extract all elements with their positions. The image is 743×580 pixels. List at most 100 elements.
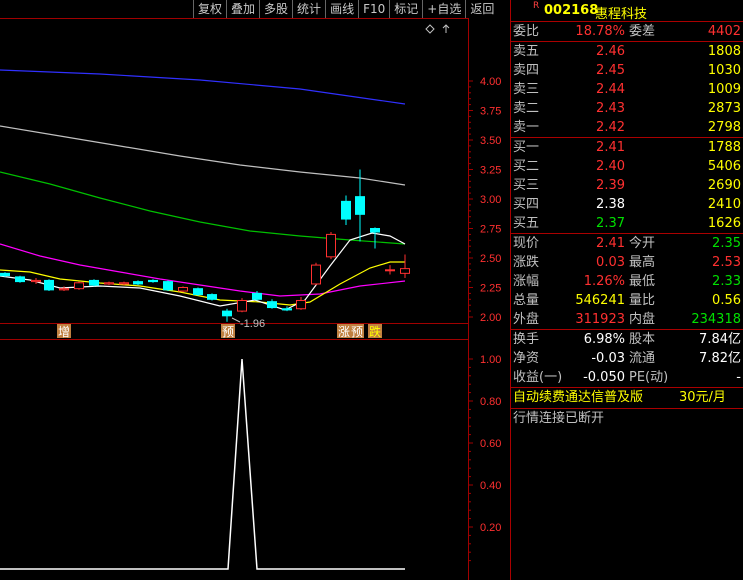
candle-1 [15, 275, 25, 283]
toolbar-btn-3[interactable]: 统计 [292, 0, 325, 18]
stat-row-4-v1: 311923 [575, 312, 625, 327]
vol-indicator-line [0, 358, 405, 570]
toolbar-btn-5[interactable]: F10 [358, 0, 389, 18]
marker-1: 预 [222, 325, 234, 339]
stat-row-4-v2: 234318 [691, 312, 741, 327]
candle-18 [267, 299, 277, 309]
fin-row-0[interactable]: 换手 6.98% 股本 7.84亿 [511, 330, 743, 349]
stock-code[interactable]: 002168 [544, 3, 598, 18]
stat-row-0-label: 现价 [513, 236, 540, 251]
bid-row-4-label: 买五 [513, 216, 540, 231]
stat-row-1-label2: 最高 [629, 255, 656, 270]
stat-row-1[interactable]: 涨跌 0.03 最高 2.53 [511, 253, 743, 272]
ma-line-white [0, 232, 406, 311]
toolbar-btn-1[interactable]: 叠加 [226, 0, 259, 18]
ad-price: 30元/月 [679, 390, 726, 405]
vol-tick-label-1: 0.80 [480, 396, 501, 408]
toolbar-btn-7[interactable]: +自选 [422, 0, 465, 18]
bid-row-2[interactable]: 买三 2.39 2690 [511, 176, 743, 195]
candle-9 [133, 280, 143, 286]
stat-row-3-label: 总量 [513, 293, 540, 308]
kline-chart[interactable]: -1.96 4.00 3.75 3.50 3.25 3.00 2.75 2.50 2.25 2.… [0, 0, 510, 580]
bid-row-2-v1: 2.39 [596, 178, 625, 193]
fin-row-2-label: 收益(一) [513, 370, 563, 385]
weibi-label: 委比 [513, 24, 540, 39]
bid-row-4-v1: 2.37 [596, 216, 625, 231]
stock-title: R 002168 惠程科技 [511, 0, 743, 22]
candle-20 [296, 296, 306, 310]
low-pointer [231, 317, 241, 323]
ma-line-yellow [0, 261, 405, 306]
stat-row-4[interactable]: 外盘 311923 内盘 234318 [511, 310, 743, 329]
weibi-row: 委比 18.78% 委差 4402 [511, 22, 743, 41]
ask-row-1[interactable]: 卖四 2.45 1030 [511, 61, 743, 80]
fin-row-2[interactable]: 收益(一) -0.050 PE(动) - [511, 368, 743, 387]
ask-row-3[interactable]: 卖二 2.43 2873 [511, 99, 743, 118]
candle-7 [104, 281, 114, 286]
stat-row-3-v2: 0.56 [712, 293, 741, 308]
stat-row-4-label: 外盘 [513, 312, 540, 327]
ask-row-4-v1: 2.42 [596, 120, 625, 135]
bid-row-2-label: 买三 [513, 178, 540, 193]
fin-row-0-v2: 7.84亿 [699, 332, 741, 347]
fin-row-1-label2: 流通 [629, 351, 656, 366]
ad-banner[interactable]: 自动续费通达信普及版 30元/月 [511, 388, 743, 409]
candle-13 [193, 287, 203, 296]
price-tick-label-6: 2.50 [480, 253, 501, 265]
chart-toolbar: 复权 叠加 多股 统计 画线 F10 标记 +自选 返回 [193, 0, 498, 18]
fin-row-2-v2: - [736, 370, 741, 385]
stat-row-1-label: 涨跌 [513, 255, 540, 270]
bid-row-0-v1: 2.41 [596, 140, 625, 155]
stat-row-2[interactable]: 涨幅 1.26% 最低 2.33 [511, 272, 743, 291]
toolbar-btn-4[interactable]: 画线 [325, 0, 358, 18]
toolbar-btn-2[interactable]: 多股 [259, 0, 292, 18]
ask-row-0-v2: 1808 [707, 44, 741, 59]
connection-status: 行情连接已断开 [513, 411, 605, 426]
ask-row-0[interactable]: 卖五 2.46 1808 [511, 42, 743, 61]
bid-row-4[interactable]: 买五 2.37 1626 [511, 214, 743, 233]
vol-tick-label-3: 0.40 [480, 480, 501, 492]
candle-3 [44, 279, 54, 292]
vol-tick-label-4: 0.20 [480, 522, 501, 534]
quote-stats: 现价 2.41 今开 2.35 涨跌 0.03 最高 2.53 涨幅 1.26% 最低 2.33 总量 5… [511, 234, 743, 329]
bid-row-3-v2: 2410 [707, 197, 741, 212]
ask-row-0-v1: 2.46 [596, 44, 625, 59]
ask-row-2[interactable]: 卖三 2.44 1009 [511, 80, 743, 99]
candle-23 [341, 195, 351, 225]
stat-row-1-v2: 2.53 [712, 255, 741, 270]
weibi-value: 18.78% [575, 24, 625, 39]
price-tick-label-0: 4.00 [480, 76, 501, 88]
ask-row-4-label: 卖一 [513, 120, 540, 135]
bid-row-3[interactable]: 买四 2.38 2410 [511, 195, 743, 214]
ask-row-0-label: 卖五 [513, 44, 540, 59]
ask-row-3-label: 卖二 [513, 101, 540, 116]
candle-16 [237, 298, 247, 313]
weicha-value: 4402 [707, 24, 741, 39]
ask-book: 卖五 2.46 1808 卖四 2.45 1030 卖三 2.44 1009 卖二 2.43 2873… [511, 42, 743, 137]
bid-row-1[interactable]: 买二 2.40 5406 [511, 157, 743, 176]
candle-26 [385, 265, 395, 275]
bid-row-0-label: 买一 [513, 140, 540, 155]
ask-row-4[interactable]: 卖一 2.42 2798 [511, 118, 743, 137]
fin-row-1[interactable]: 净资 -0.03 流通 7.82亿 [511, 349, 743, 368]
bid-row-3-label: 买四 [513, 197, 540, 212]
candle-11 [163, 280, 173, 292]
ask-row-2-label: 卖三 [513, 82, 540, 97]
ask-row-3-v1: 2.43 [596, 101, 625, 116]
fin-row-1-v1: -0.03 [591, 351, 625, 366]
ask-row-3-v2: 2873 [707, 101, 741, 116]
ma-line-grey [0, 125, 406, 186]
low-label: -1.96 [240, 318, 265, 330]
candle-12 [178, 286, 188, 293]
toolbar-btn-8[interactable]: 返回 [465, 0, 498, 18]
toolbar-btn-6[interactable]: 标记 [389, 0, 422, 18]
bid-row-2-v2: 2690 [707, 178, 741, 193]
fin-row-2-v1: -0.050 [583, 370, 625, 385]
bid-row-0[interactable]: 买一 2.41 1788 [511, 138, 743, 157]
toolbar-btn-0[interactable]: 复权 [193, 0, 226, 18]
stock-name[interactable]: 惠程科技 [595, 3, 647, 22]
stat-row-0-v1: 2.41 [596, 236, 625, 251]
stat-row-0[interactable]: 现价 2.41 今开 2.35 [511, 234, 743, 253]
stat-row-3[interactable]: 总量 546241 量比 0.56 [511, 291, 743, 310]
r-marker: R [533, 1, 540, 11]
